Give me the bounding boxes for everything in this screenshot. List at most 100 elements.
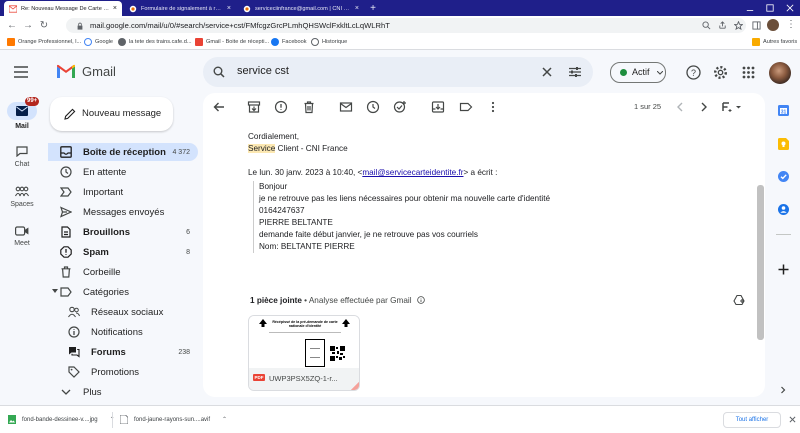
quoted-line: Nom: BELTANTE PIERRE: [259, 242, 355, 251]
add-addon-icon[interactable]: [778, 264, 789, 275]
delete-icon[interactable]: [302, 100, 316, 114]
snooze-clock-icon[interactable]: [366, 100, 380, 114]
nav-spam[interactable]: Spam 8: [48, 243, 198, 261]
video-camera-icon: [15, 226, 29, 236]
chevron-right-icon[interactable]: [779, 386, 787, 394]
nav-social[interactable]: Réseaux sociaux: [48, 303, 198, 321]
apps-grid-icon[interactable]: [742, 66, 755, 79]
send-icon: [60, 206, 72, 218]
expand-caret-icon[interactable]: [52, 289, 58, 294]
nav-snoozed[interactable]: En attente: [48, 163, 198, 181]
maximize-icon[interactable]: [766, 4, 774, 12]
add-to-tasks-icon[interactable]: [393, 100, 407, 114]
bookmark-item[interactable]: Google: [84, 38, 113, 46]
download-item[interactable]: fond-bande-dessinee-v....jpg ⌃: [8, 415, 115, 424]
search-input[interactable]: service cst: [237, 65, 289, 77]
arrow-up-icon: [259, 319, 267, 327]
nav-important[interactable]: Important: [48, 183, 198, 201]
download-file-name: fond-jaune-rayons-sun....avif: [134, 416, 211, 423]
nav-notifications[interactable]: Notifications: [48, 323, 198, 341]
quoted-message: Bonjour je ne retrouve pas les liens néc…: [253, 181, 550, 253]
back-arrow-icon[interactable]: ←: [4, 20, 20, 31]
tab-close-icon[interactable]: ×: [113, 5, 117, 12]
close-downloads-icon[interactable]: [789, 416, 796, 423]
label-icon[interactable]: [459, 100, 473, 114]
rail-meet[interactable]: Meet: [0, 226, 44, 247]
search-icon[interactable]: [213, 66, 225, 78]
archive-icon[interactable]: [247, 100, 261, 114]
compose-button[interactable]: Nouveau message: [50, 97, 173, 131]
tab-close-icon[interactable]: ×: [355, 5, 359, 12]
clear-search-icon[interactable]: [542, 67, 552, 77]
rail-label: Meet: [14, 240, 30, 247]
add-to-drive-icon[interactable]: [733, 294, 745, 306]
browser-profile-avatar[interactable]: [767, 19, 779, 31]
tasks-icon[interactable]: [778, 171, 789, 182]
rail-spaces[interactable]: Spaces: [0, 186, 44, 208]
pencil-icon: [64, 108, 76, 120]
quoted-line: Bonjour: [259, 182, 288, 191]
more-vertical-icon[interactable]: [486, 100, 500, 114]
new-tab-button[interactable]: +: [366, 1, 380, 16]
bookmark-item[interactable]: Historique: [311, 38, 347, 46]
nav-label: En attente: [83, 166, 127, 178]
settings-gear-icon[interactable]: [713, 65, 728, 80]
rail-mail[interactable]: 99+ Mail: [0, 97, 44, 130]
nav-trash[interactable]: Corbeille: [48, 263, 198, 281]
minimize-icon[interactable]: [746, 4, 754, 12]
nav-more[interactable]: Plus: [48, 383, 198, 401]
back-arrow-icon[interactable]: [212, 100, 226, 114]
contacts-icon[interactable]: [778, 204, 789, 215]
nav-count: 4 372: [172, 148, 190, 156]
chevron-up-icon[interactable]: ⌃: [222, 416, 227, 423]
browser-menu-icon[interactable]: ⋮: [786, 19, 796, 30]
tab-label: serviceciinfrance@gmail.com | CNI France: [255, 5, 352, 12]
tab-close-icon[interactable]: ×: [227, 5, 231, 12]
show-all-downloads-button[interactable]: Tout afficher: [723, 412, 781, 428]
lock-icon: [77, 22, 83, 30]
download-item[interactable]: fond-jaune-rayons-sun....avif ⌃: [120, 415, 227, 424]
attachment-card[interactable]: Récépissé de la pré-demande de carte nat…: [248, 315, 360, 391]
side-panel-icon[interactable]: [752, 21, 761, 30]
tab-gmail[interactable]: Re: Nouveau Message De Carte nationale ×: [4, 1, 122, 16]
nav-promotions[interactable]: Promotions: [48, 363, 198, 381]
tab-formulaire[interactable]: Formulaire de signalement à remplir en l…: [124, 1, 236, 16]
nav-sent[interactable]: Messages envoyés: [48, 203, 198, 221]
sender-email-link[interactable]: mail@servicecarteidentite.fr: [362, 168, 463, 177]
bookmark-item[interactable]: Gmail - Boite de récepti...: [195, 38, 269, 46]
next-icon[interactable]: [697, 100, 711, 114]
keep-icon[interactable]: [778, 138, 789, 150]
message-scrollbar[interactable]: [757, 185, 764, 340]
help-icon[interactable]: ?: [686, 65, 701, 80]
image-file-icon: [8, 415, 16, 424]
reload-icon[interactable]: ↻: [36, 20, 52, 31]
other-bookmarks[interactable]: Autres favoris: [752, 38, 797, 46]
mark-unread-icon[interactable]: [339, 100, 353, 114]
bookmark-item[interactable]: Orange Professionnel, l...: [7, 38, 81, 46]
nav-inbox[interactable]: Boîte de réception 4 372: [48, 143, 198, 161]
attachments-header: 1 pièce jointe • Analyse effectuée par G…: [250, 296, 425, 305]
tab-label: Re: Nouveau Message De Carte nationale: [21, 5, 110, 12]
status-chip[interactable]: Actif: [610, 62, 666, 83]
zoom-icon[interactable]: [702, 21, 711, 30]
nav-drafts[interactable]: Brouillons 6: [48, 223, 198, 241]
rail-chat[interactable]: Chat: [0, 146, 44, 168]
nav-categories[interactable]: Catégories: [48, 283, 198, 301]
window-close-icon[interactable]: [786, 4, 794, 12]
tab-cni-france[interactable]: serviceciinfrance@gmail.com | CNI France…: [238, 1, 364, 16]
address-bar[interactable]: mail.google.com/mail/u/0/#search/service…: [66, 18, 746, 33]
search-options-icon[interactable]: [569, 66, 581, 78]
move-to-icon[interactable]: [431, 100, 445, 114]
previous-icon[interactable]: [673, 100, 687, 114]
search-bar[interactable]: service cst: [203, 57, 593, 87]
input-tools-icon[interactable]: [721, 100, 743, 114]
calendar-icon[interactable]: 31: [778, 105, 789, 116]
bookmark-star-icon[interactable]: [734, 21, 743, 30]
bookmark-item[interactable]: la tete des trains.cafe.d...: [118, 38, 192, 46]
bookmark-item[interactable]: Facebook: [271, 38, 307, 46]
nav-forums[interactable]: Forums 238: [48, 343, 198, 361]
report-spam-icon[interactable]: [274, 100, 288, 114]
share-icon[interactable]: [718, 21, 727, 30]
info-icon[interactable]: [417, 296, 425, 304]
forward-arrow-icon[interactable]: →: [20, 20, 36, 31]
